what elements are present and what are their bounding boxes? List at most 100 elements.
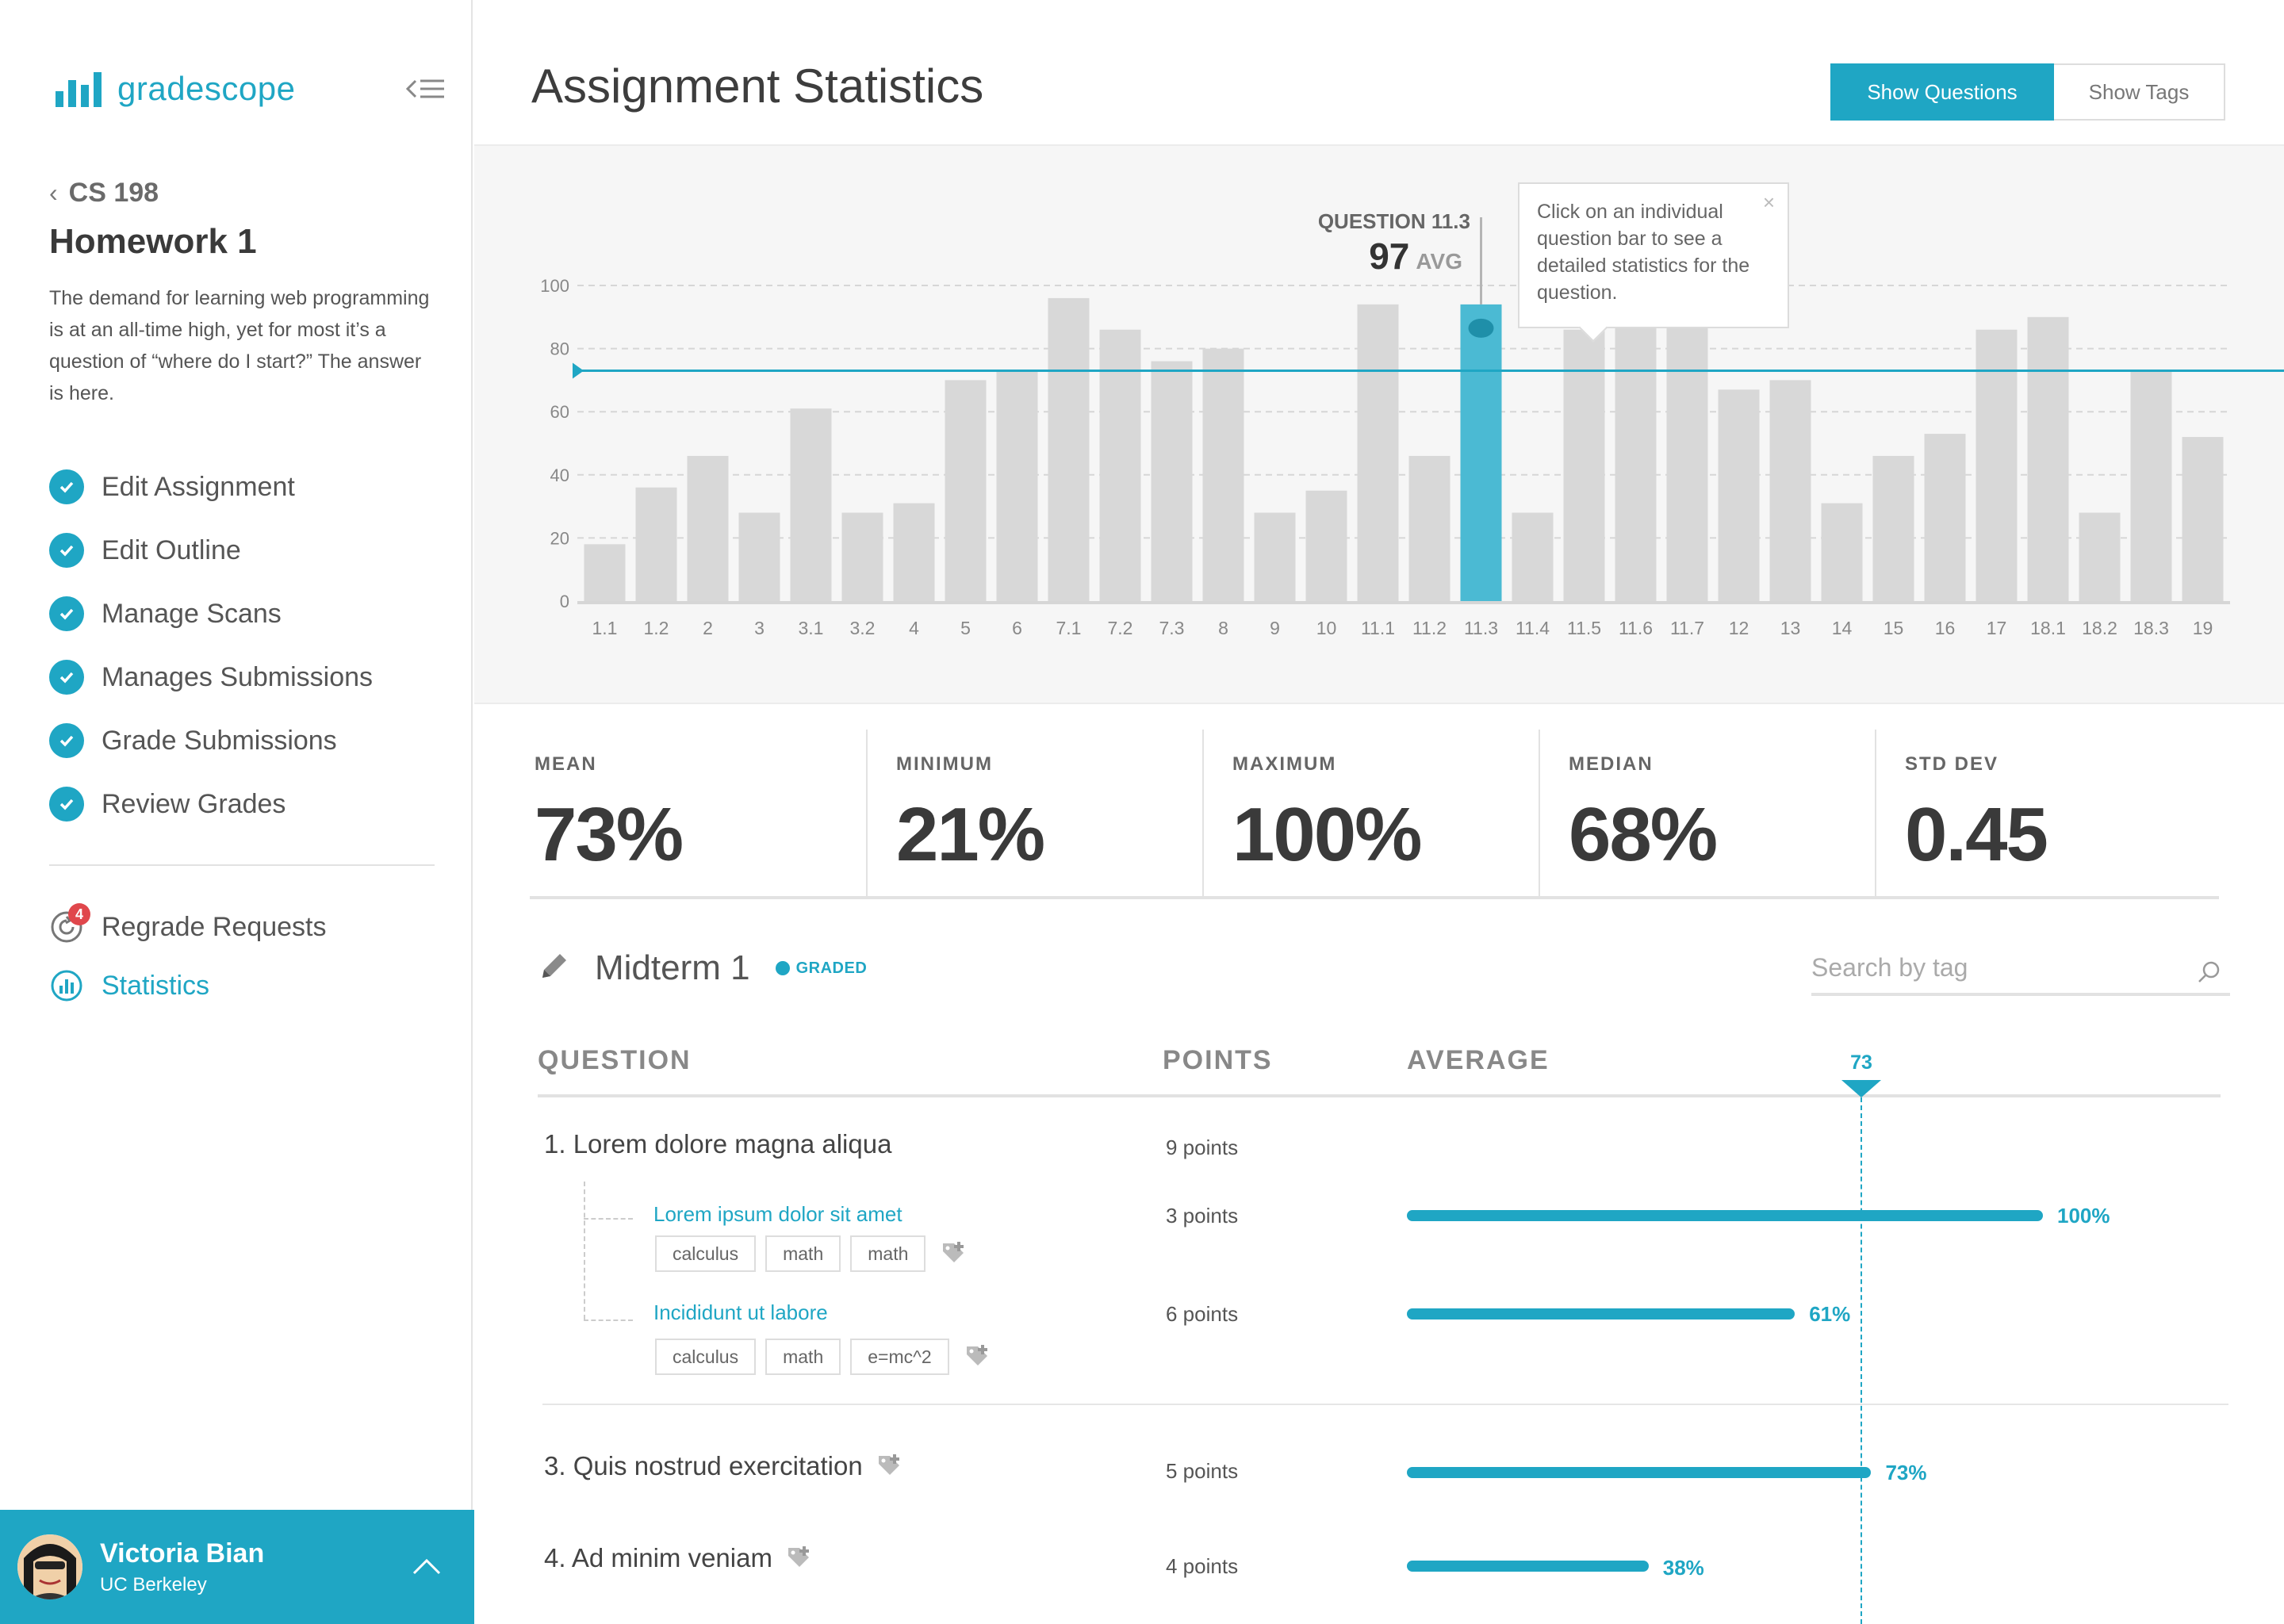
question-averages-chart: 0 20 40 60 80 100 1.1 1.2 2 3 3.1 3.2 4 5 6 7.1 7.2 7.3 8 9… (474, 144, 2284, 704)
tag[interactable]: e=mc^2 (850, 1339, 949, 1375)
question-title: 3. Quis nostrud exercitation (544, 1451, 863, 1480)
row-divider (542, 1404, 2228, 1405)
chart-bar-4[interactable] (893, 503, 935, 601)
x-tick-label: 11.3 (1464, 618, 1498, 638)
add-tag-icon[interactable] (785, 1545, 812, 1572)
chart-bar-3[interactable] (738, 512, 780, 601)
chart-bar-9[interactable] (1254, 512, 1296, 601)
x-tick-label: 16 (1935, 618, 1956, 638)
x-tick-label: 11.2 (1412, 618, 1447, 638)
nav-edit-outline[interactable]: Edit Outline (49, 519, 373, 582)
chart-bar-7-3[interactable] (1151, 361, 1193, 601)
column-average[interactable]: AVERAGE (1407, 1045, 1550, 1076)
nav-review-grades[interactable]: Review Grades (49, 772, 373, 836)
chart-bar-11-7[interactable] (1666, 323, 1708, 601)
chart-bar-18-3[interactable] (2130, 370, 2172, 601)
nav-manage-scans[interactable]: Manage Scans (49, 582, 373, 645)
nav-label: Edit Assignment (102, 471, 295, 502)
chart-bar-18-1[interactable] (2027, 316, 2069, 601)
view-toggle: Show Questions Show Tags (1830, 63, 2225, 121)
chart-bar-3-1[interactable] (790, 408, 832, 601)
x-tick-label: 12 (1729, 618, 1749, 638)
selected-question-unit: AVG (1416, 249, 1462, 274)
tree-connector (584, 1182, 585, 1320)
x-tick-label: 11.1 (1361, 618, 1395, 638)
average-marker (1841, 1080, 1881, 1097)
chart-bar-15[interactable] (1872, 455, 1914, 601)
column-question[interactable]: QUESTION (538, 1045, 692, 1076)
chart-bar-2[interactable] (687, 455, 729, 601)
chart-bar-13[interactable] (1769, 380, 1811, 601)
x-tick-label: 7.3 (1159, 618, 1185, 638)
chart-bar-11-4[interactable] (1512, 512, 1554, 601)
check-circle-icon (49, 787, 84, 822)
question-title: 1. Lorem dolore magna aliqua (544, 1129, 892, 1159)
collapse-menu-icon[interactable] (404, 73, 447, 105)
show-tags-button[interactable]: Show Tags (2054, 63, 2225, 121)
stat-label: MINIMUM (896, 753, 993, 775)
assignment-steps-nav: Edit Assignment Edit Outline Manage Scan… (49, 455, 373, 836)
average-marker-line (1861, 1097, 1862, 1624)
stat-minimum: MINIMUM 21% (866, 730, 1202, 896)
course-back-link[interactable]: ‹ CS 198 (49, 178, 159, 209)
chart-bar-11-6[interactable] (1615, 323, 1657, 601)
add-tag-icon[interactable] (964, 1343, 991, 1370)
y-tick-label: 80 (550, 339, 569, 359)
average-bar (1407, 1210, 2043, 1221)
add-tag-icon[interactable] (876, 1453, 902, 1480)
x-tick-label: 1.2 (644, 618, 669, 638)
tag[interactable]: math (850, 1235, 926, 1272)
chart-bar-6[interactable] (996, 370, 1038, 601)
tree-connector (584, 1320, 633, 1321)
chart-bar-11-1[interactable] (1357, 304, 1399, 601)
search-input[interactable] (1811, 944, 2176, 991)
user-account-bar[interactable]: Victoria Bian UC Berkeley (0, 1510, 474, 1624)
nav-regrade-requests[interactable]: 4 Regrade Requests (49, 898, 327, 956)
status-badge: GRADED (775, 959, 868, 978)
x-tick-label: 6 (1012, 618, 1022, 638)
subquestion-title[interactable]: Incididunt ut labore (653, 1300, 828, 1325)
tag[interactable]: calculus (655, 1235, 757, 1272)
tag[interactable]: calculus (655, 1339, 757, 1375)
app-logo[interactable]: gradescope (56, 63, 296, 114)
chevron-up-icon[interactable] (409, 1551, 444, 1583)
nav-statistics[interactable]: Statistics (49, 956, 327, 1015)
chart-bar-10[interactable] (1305, 490, 1347, 601)
chart-bar-1-2[interactable] (635, 487, 677, 601)
chart-bar-8[interactable] (1202, 348, 1244, 601)
column-points[interactable]: POINTS (1163, 1045, 1273, 1076)
chart-bar-12[interactable] (1718, 389, 1760, 601)
chart-bar-3-2[interactable] (841, 512, 883, 601)
stat-maximum: MAXIMUM 100% (1202, 730, 1539, 896)
nav-label: Statistics (102, 970, 210, 1001)
tag[interactable]: math (765, 1339, 841, 1375)
search-icon[interactable] (2197, 959, 2222, 989)
nav-manage-submissions[interactable]: Manages Submissions (49, 645, 373, 709)
x-tick-label: 5 (960, 618, 971, 638)
x-tick-label: 7.2 (1108, 618, 1133, 638)
chart-bar-11-2[interactable] (1408, 455, 1450, 601)
nav-label: Grade Submissions (102, 725, 337, 756)
subquestion-title[interactable]: Lorem ipsum dolor sit amet (653, 1202, 902, 1227)
secondary-nav: 4 Regrade Requests Statistics (49, 898, 327, 1015)
average-bar (1407, 1561, 1649, 1572)
chart-bar-14[interactable] (1821, 503, 1863, 601)
chart-bar-7-1[interactable] (1048, 297, 1090, 601)
chart-bar-5[interactable] (945, 380, 987, 601)
chart-bar-16[interactable] (1924, 434, 1966, 601)
summary-stats: MEAN 73% MINIMUM 21% MAXIMUM 100% MEDIAN… (530, 730, 2219, 899)
nav-grade-submissions[interactable]: Grade Submissions (49, 709, 373, 772)
x-tick-label: 10 (1316, 618, 1337, 638)
chart-bar-1-1[interactable] (584, 544, 626, 601)
close-icon[interactable]: × (1763, 189, 1775, 216)
nav-edit-assignment[interactable]: Edit Assignment (49, 455, 373, 519)
pencil-icon[interactable] (536, 949, 571, 988)
add-tag-icon[interactable] (940, 1240, 967, 1267)
y-tick-label: 0 (560, 592, 569, 611)
chart-bar-11-3[interactable] (1460, 304, 1502, 601)
chart-bar-18-2[interactable] (2079, 512, 2121, 601)
chart-hint-tooltip: × Click on an individual question bar to… (1518, 182, 1789, 328)
show-questions-button[interactable]: Show Questions (1830, 63, 2054, 121)
chart-bar-19[interactable] (2182, 437, 2224, 601)
tag[interactable]: math (765, 1235, 841, 1272)
